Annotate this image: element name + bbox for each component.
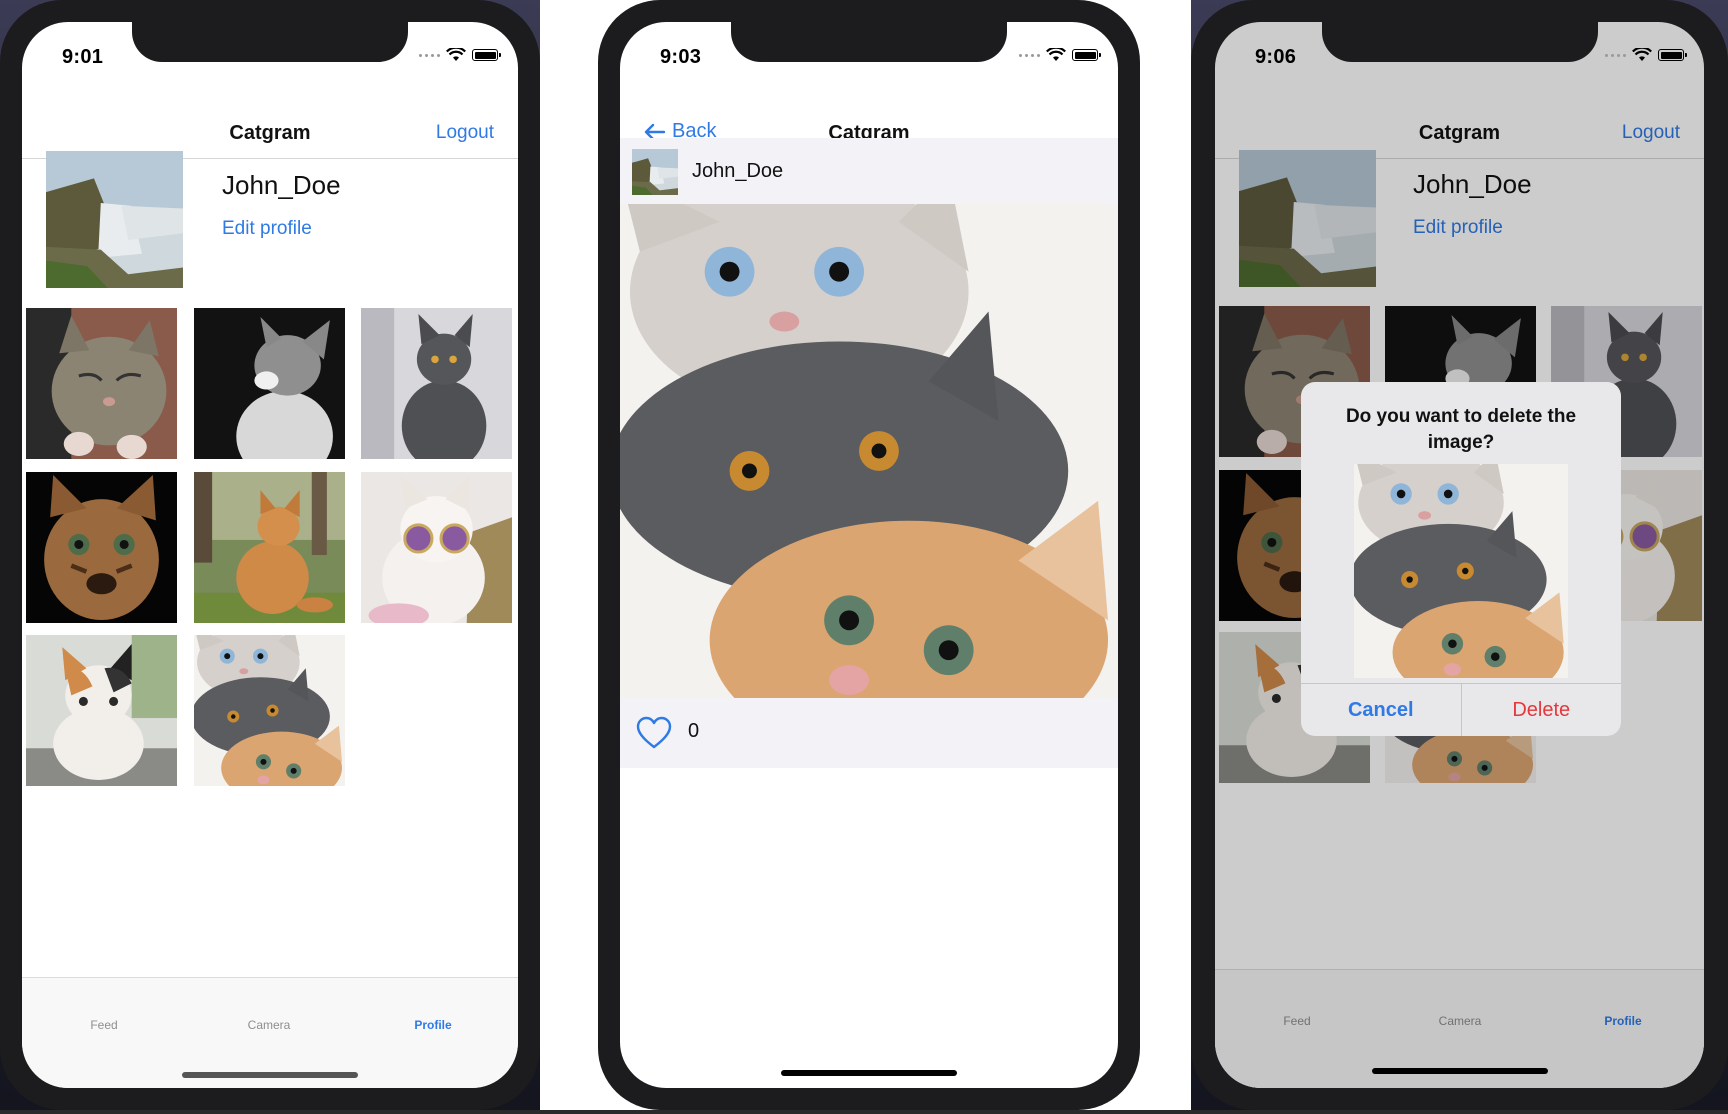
alert-image-preview bbox=[1354, 464, 1568, 678]
home-indicator bbox=[781, 1070, 957, 1076]
phone-delete-alert: 9:06 Catgram Logout John_Doe Edit profil… bbox=[1191, 0, 1728, 1110]
photo-tile[interactable] bbox=[194, 308, 345, 459]
post-author-avatar[interactable] bbox=[632, 149, 678, 195]
phone-post-detail: 9:03 Back Catgram John_Doe 0 bbox=[598, 0, 1140, 1110]
tab-feed[interactable]: Feed bbox=[54, 1018, 154, 1032]
battery-icon bbox=[472, 49, 501, 61]
battery-icon bbox=[1658, 49, 1687, 61]
alert-message: Do you want to delete the image? bbox=[1345, 406, 1577, 453]
tab-bar: Feed Camera Profile bbox=[22, 977, 518, 1088]
delete-button[interactable]: Delete bbox=[1462, 684, 1622, 736]
photo-tile[interactable] bbox=[26, 472, 177, 623]
photo-tile[interactable] bbox=[26, 635, 177, 786]
profile-username: John_Doe bbox=[222, 170, 341, 200]
battery-icon bbox=[1072, 49, 1101, 61]
post-author-name[interactable]: John_Doe bbox=[692, 160, 783, 183]
edit-profile-link[interactable]: Edit profile bbox=[222, 218, 312, 240]
signal-icon bbox=[419, 53, 440, 57]
photo-tile[interactable] bbox=[194, 472, 345, 623]
delete-alert-dialog: Do you want to delete the image? Cancel … bbox=[1301, 382, 1621, 736]
notch bbox=[1321, 22, 1598, 62]
wifi-icon bbox=[1046, 48, 1066, 61]
photo-tile[interactable] bbox=[194, 635, 345, 786]
post-image[interactable] bbox=[620, 204, 1118, 698]
bottom-edge bbox=[0, 1110, 1728, 1114]
photo-tile[interactable] bbox=[361, 472, 512, 623]
avatar[interactable] bbox=[46, 151, 183, 288]
navigation-bar: Catgram Logout bbox=[22, 92, 518, 159]
status-time: 9:01 bbox=[62, 46, 104, 68]
notch bbox=[132, 22, 408, 62]
home-indicator bbox=[182, 1072, 358, 1078]
screen-delete-alert: 9:06 Catgram Logout John_Doe Edit profil… bbox=[1215, 22, 1704, 1088]
wifi-icon bbox=[1632, 48, 1652, 61]
photo-tile[interactable] bbox=[26, 308, 177, 459]
status-time: 9:03 bbox=[660, 46, 702, 68]
photo-tile[interactable] bbox=[361, 308, 512, 459]
status-time: 9:06 bbox=[1255, 46, 1297, 68]
post-header: John_Doe bbox=[620, 138, 1118, 204]
like-count: 0 bbox=[688, 720, 700, 742]
phone-profile: 9:01 Catgram Logout John_Doe Edit profil… bbox=[0, 0, 540, 1110]
wifi-icon bbox=[446, 48, 466, 61]
screen-post-detail: 9:03 Back Catgram John_Doe 0 bbox=[620, 22, 1118, 1088]
signal-icon bbox=[1019, 53, 1040, 57]
logout-button[interactable]: Logout bbox=[436, 122, 494, 144]
tab-camera[interactable]: Camera bbox=[219, 1018, 319, 1032]
post-footer: 0 bbox=[620, 698, 1118, 768]
screen-profile: 9:01 Catgram Logout John_Doe Edit profil… bbox=[22, 22, 518, 1088]
heart-icon[interactable] bbox=[636, 716, 672, 750]
tab-profile[interactable]: Profile bbox=[383, 1018, 483, 1032]
cancel-button[interactable]: Cancel bbox=[1301, 684, 1462, 736]
alert-actions: Cancel Delete bbox=[1301, 683, 1621, 736]
signal-icon bbox=[1605, 53, 1626, 57]
notch bbox=[731, 22, 1007, 62]
